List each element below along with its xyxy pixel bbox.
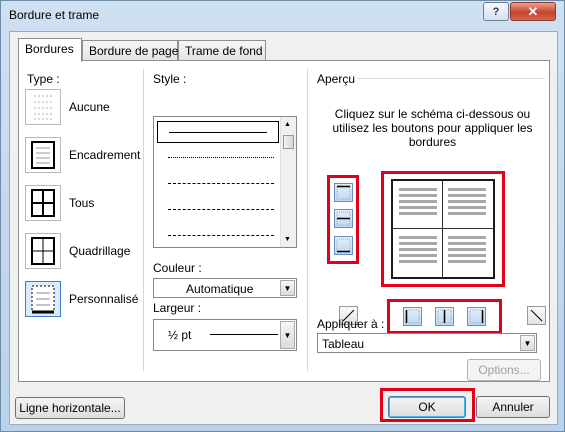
preview-heading-rule [357,78,545,79]
cancel-button[interactable]: Annuler [476,396,550,418]
scroll-down-icon[interactable]: ▼ [284,236,291,243]
type-custom-label: Personnalisé [69,292,139,306]
tab-label: Bordures [25,42,74,56]
apply-value: Tableau [322,337,365,351]
chevron-down-icon[interactable]: ▼ [520,335,535,351]
chevron-down-icon[interactable]: ▼ [280,280,295,296]
help-button[interactable]: ? [483,2,509,21]
style-option-dotted[interactable] [168,157,274,158]
color-heading: Couleur : [153,261,202,275]
width-heading: Largeur : [153,301,202,315]
style-option-solid[interactable] [157,121,279,143]
tab-label: Bordure de page [89,44,179,58]
type-heading: Type : [27,72,60,86]
left-border-button[interactable] [403,307,422,326]
tab-trame-de-fond[interactable]: Trame de fond [178,40,266,60]
right-border-button[interactable] [467,307,486,326]
column-divider [307,69,308,371]
close-icon: ✕ [527,3,539,19]
dialog-body: Bordures Bordure de page Trame de fond T… [9,31,558,425]
width-value: ½ pt [168,328,192,342]
title-bar: Bordure et trame ? ✕ [1,1,564,31]
border-top-icon [336,185,351,200]
scroll-thumb[interactable] [283,135,294,149]
border-inside-vertical-icon [437,309,452,324]
inside-horizontal-border-button[interactable] [334,209,353,228]
ok-button[interactable]: OK [388,396,466,418]
diagonal-down-icon [530,309,543,322]
border-bottom-icon [336,238,351,253]
width-select[interactable]: ½ pt ▼ [153,319,297,351]
preview-highlight [381,171,505,287]
apply-heading: Appliquer à : [317,317,385,331]
type-box[interactable]: Encadrement [25,137,145,177]
inside-vertical-border-button[interactable] [435,307,454,326]
border-box-icon [25,137,61,173]
dialog-window: Bordure et trame ? ✕ Bordures Bordure de… [0,0,565,432]
width-sample-line [210,334,278,335]
border-all-icon [25,185,61,221]
tab-bordure-de-page[interactable]: Bordure de page [82,40,178,60]
color-value: Automatique [186,282,254,296]
top-border-button[interactable] [334,183,353,202]
type-grid-label: Quadrillage [69,244,131,258]
type-box-label: Encadrement [69,148,141,162]
horizontal-line-label: Ligne horizontale... [19,401,121,415]
border-custom-icon [25,281,61,317]
border-none-icon [25,89,61,125]
color-select[interactable]: Automatique ▼ [153,278,297,298]
tab-label: Trame de fond [185,44,263,58]
solid-line [169,132,267,133]
chevron-down-icon[interactable]: ▼ [280,321,295,349]
preview-hint: Cliquez sur le schéma ci-dessous ou util… [332,107,533,149]
tab-bordures[interactable]: Bordures [18,38,82,62]
border-left-icon [405,309,420,324]
ok-label: OK [418,400,436,414]
border-right-icon [469,309,484,324]
horizontal-line-button[interactable]: Ligne horizontale... [15,397,125,419]
options-button[interactable]: Options... [467,359,541,381]
type-grid[interactable]: Quadrillage [25,233,145,273]
preview-heading: Aperçu [317,72,356,86]
style-list[interactable]: ▲ ▼ [153,116,297,248]
bottom-border-button[interactable] [334,236,353,255]
type-none[interactable]: Aucune [25,89,145,129]
type-custom[interactable]: Personnalisé [25,281,145,321]
style-option-dashed[interactable] [168,183,274,184]
borders-panel: Type : Aucune Encadrement Tous Quadrilla… [18,60,550,382]
cancel-label: Annuler [492,400,534,414]
options-label: Options... [478,363,530,377]
border-inside-horizontal-icon [336,211,351,226]
window-title: Bordure et trame [9,8,100,22]
column-divider [143,69,144,371]
border-grid-icon [25,233,61,269]
scroll-up-icon[interactable]: ▲ [284,121,291,128]
style-option-dash-dot[interactable] [168,235,274,236]
type-all[interactable]: Tous [25,185,145,225]
close-button[interactable]: ✕ [510,2,556,21]
apply-to-select[interactable]: Tableau ▼ [317,333,537,353]
type-none-label: Aucune [69,100,110,114]
help-icon: ? [492,5,500,18]
type-all-label: Tous [69,196,95,210]
diagonal-up-border-button[interactable] [527,306,546,325]
style-heading: Style : [153,72,187,86]
style-scrollbar[interactable]: ▲ ▼ [280,117,296,247]
style-option-long-dashed[interactable] [168,209,274,210]
